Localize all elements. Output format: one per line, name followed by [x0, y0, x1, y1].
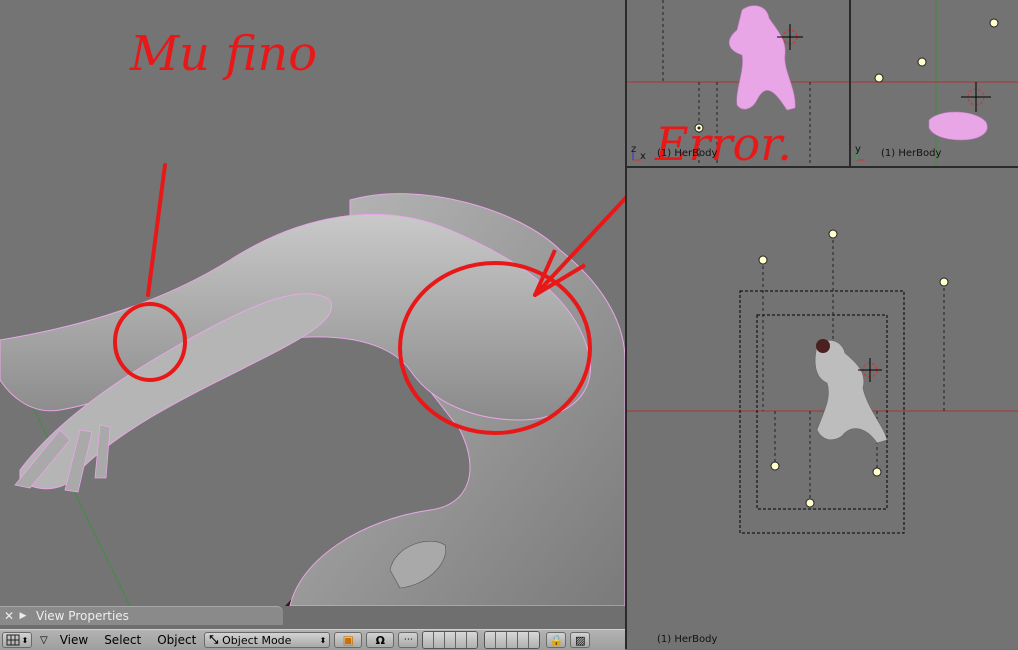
layer-buttons-group-2[interactable]: [484, 631, 541, 649]
main-3d-viewport[interactable]: Mu fino: [0, 0, 625, 606]
lock-icon: 🔒: [549, 633, 564, 647]
annotation-line-left: [146, 163, 167, 297]
magnet-icon: Ω: [375, 633, 385, 647]
menu-select[interactable]: Select: [96, 633, 149, 647]
layer-buttons-group-1[interactable]: [422, 631, 479, 649]
snap-button[interactable]: Ω: [366, 632, 395, 648]
3d-view-header: ⬍ ▽ View Select Object ⤡ Object Mode ⬍ ▣…: [0, 629, 625, 650]
updown-icon: ⬍: [319, 635, 327, 645]
menu-object[interactable]: Object: [149, 633, 204, 647]
lamp-icon: [874, 73, 884, 83]
lamp-icon: [989, 18, 999, 28]
grid-icon: [6, 634, 20, 646]
annotation-text-left: Mu fino: [129, 26, 317, 82]
dots-icon: ⋯: [403, 635, 413, 645]
front-view-viewport[interactable]: Error. z x (1) HerBody: [627, 0, 849, 166]
editor-type-button[interactable]: ⬍: [2, 632, 32, 648]
lamp-icon: [805, 498, 815, 508]
object-mode-icon: ⤡: [209, 633, 219, 646]
figure-small: [814, 340, 888, 444]
close-icon[interactable]: ✕: [2, 609, 16, 623]
mode-label: Object Mode: [222, 633, 292, 647]
figure-wireframe: [928, 111, 988, 141]
top-view-canvas: [851, 0, 1018, 166]
image-icon: ▨: [575, 633, 586, 647]
lock-button[interactable]: 🔒: [546, 632, 567, 648]
render-button[interactable]: ▨: [570, 632, 591, 648]
updown-icon: ⬍: [21, 635, 29, 645]
proportional-edit-button[interactable]: ⋯: [398, 632, 419, 648]
view-properties-panel-header[interactable]: ✕ ▶ View Properties: [0, 606, 283, 625]
lamp-icon: [939, 277, 949, 287]
menu-view[interactable]: View: [52, 633, 96, 647]
front-view-canvas: Error.: [627, 0, 849, 166]
main-viewport-canvas: Mu fino: [0, 26, 625, 606]
top-view-viewport[interactable]: y (1) HerBody: [851, 0, 1018, 166]
lamp-icon: [917, 57, 927, 67]
panel-title: View Properties: [36, 609, 129, 623]
viewport-object-label: (1) HerBody: [657, 634, 718, 645]
axis-label-y: y: [855, 144, 861, 155]
draw-type-button[interactable]: ▣: [334, 632, 363, 648]
lamp-icon: [828, 229, 838, 239]
camera-view-viewport[interactable]: (1) HerBody: [627, 168, 1018, 649]
lamp-icon: [770, 461, 780, 471]
lamp-icon: [758, 255, 768, 265]
shading-icon: ▣: [342, 633, 354, 647]
mode-select[interactable]: ⤡ Object Mode ⬍: [204, 632, 331, 648]
lamp-icon: [872, 467, 882, 477]
camera-view-canvas: [627, 229, 1018, 534]
collapse-menu-icon[interactable]: ▽: [40, 635, 48, 646]
axis-label-x: x: [640, 151, 646, 162]
camera-frame-outer: [739, 290, 905, 534]
expand-icon[interactable]: ▶: [16, 611, 30, 621]
figure-wireframe: [729, 5, 796, 111]
viewport-object-label: (1) HerBody: [881, 148, 942, 159]
axis-label-z: z: [631, 144, 637, 155]
viewport-object-label: (1) HerBody: [657, 148, 718, 159]
figure-head: [816, 339, 830, 353]
